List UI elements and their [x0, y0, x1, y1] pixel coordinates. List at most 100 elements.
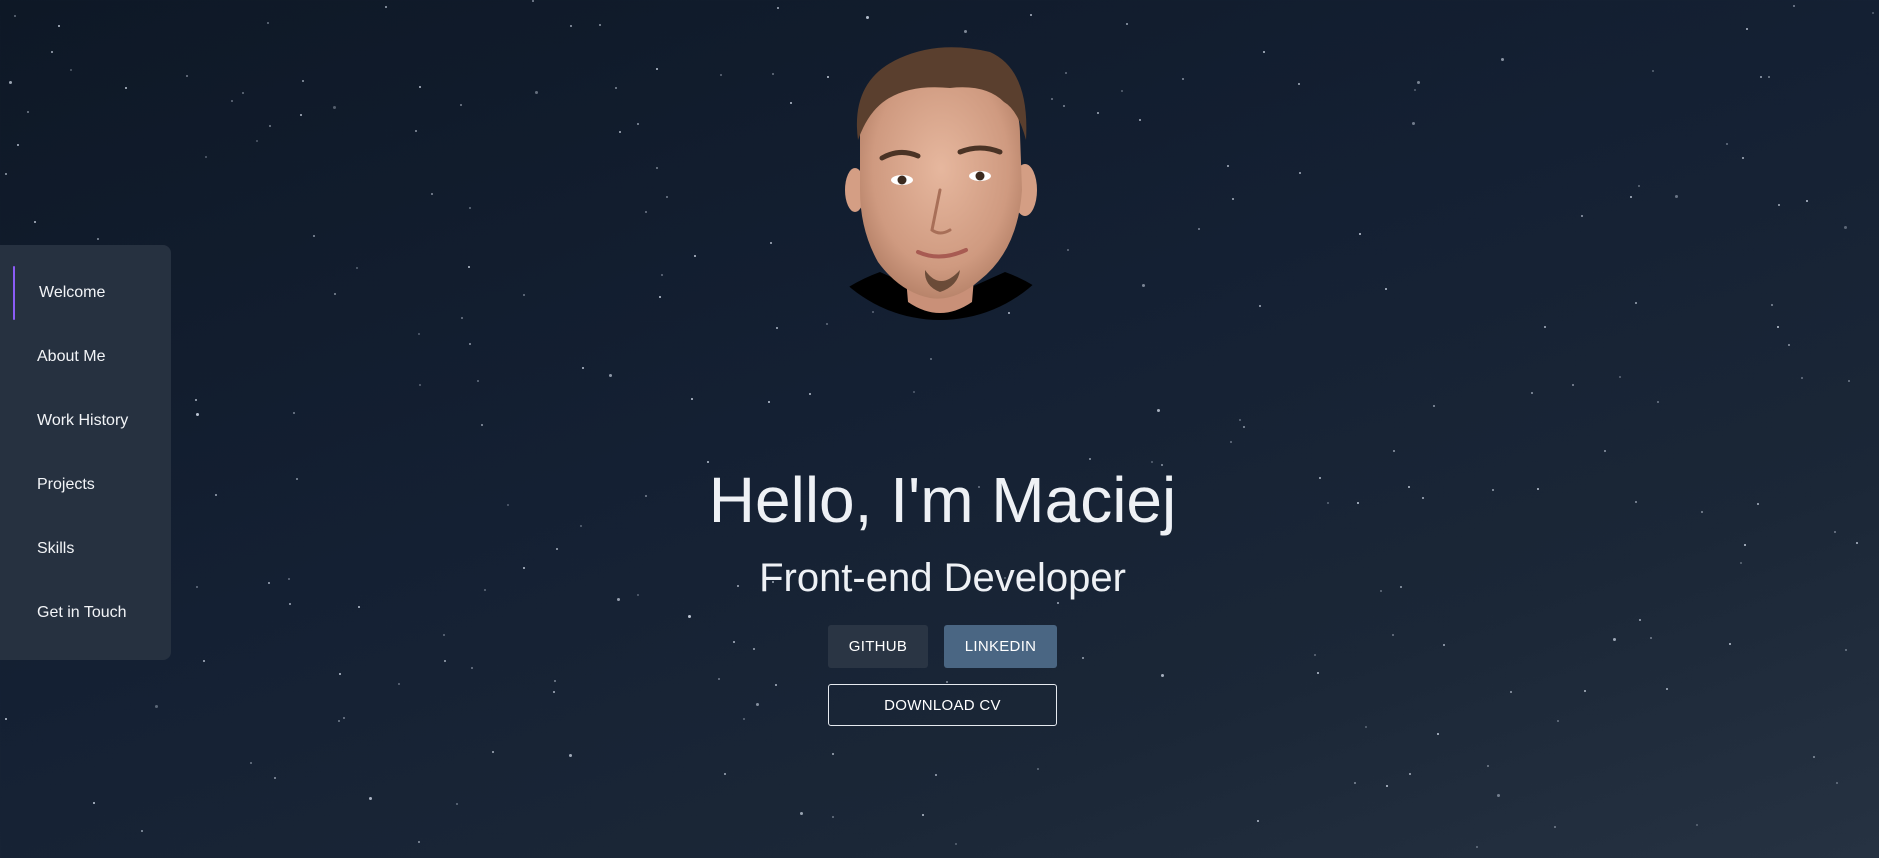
star	[1161, 674, 1164, 677]
star	[753, 648, 755, 650]
star	[656, 68, 658, 70]
star	[5, 718, 7, 720]
star	[523, 294, 525, 296]
star	[125, 87, 127, 89]
star	[14, 15, 16, 17]
star	[1476, 846, 1478, 848]
star	[964, 30, 967, 33]
star	[691, 398, 693, 400]
star	[1771, 304, 1773, 306]
star	[1433, 405, 1435, 407]
star	[1386, 785, 1388, 787]
star	[205, 156, 207, 158]
star	[756, 703, 759, 706]
star	[770, 242, 772, 244]
star	[724, 773, 726, 775]
star	[256, 140, 258, 142]
star	[776, 327, 778, 329]
star	[418, 333, 420, 335]
star	[1239, 419, 1241, 421]
star	[27, 111, 29, 113]
star	[1639, 619, 1641, 621]
star	[460, 104, 462, 106]
hero-headline: Hello, I'm Maciej	[708, 464, 1177, 536]
star	[1157, 409, 1160, 412]
star	[1619, 376, 1621, 378]
star	[743, 718, 745, 720]
star	[1257, 820, 1259, 822]
star	[1317, 672, 1319, 674]
star	[733, 641, 735, 643]
star	[1584, 690, 1586, 692]
star	[356, 267, 358, 269]
star	[1082, 657, 1084, 659]
star	[302, 80, 304, 82]
star	[385, 6, 387, 8]
star	[1844, 226, 1847, 229]
star	[1510, 691, 1512, 693]
star	[1696, 824, 1698, 826]
star	[666, 196, 668, 198]
star	[1392, 634, 1394, 636]
nav-item-label: Get in Touch	[37, 604, 127, 621]
star	[469, 343, 471, 345]
star	[1635, 302, 1637, 304]
star	[93, 802, 95, 804]
github-button[interactable]: GITHUB	[828, 625, 928, 668]
star	[369, 797, 372, 800]
star	[469, 207, 471, 209]
nav-item-work-history[interactable]: Work History	[0, 389, 171, 453]
star	[1848, 380, 1850, 382]
star	[468, 266, 470, 268]
star	[1544, 326, 1546, 328]
star	[1354, 782, 1356, 784]
star	[9, 81, 12, 84]
star	[443, 634, 445, 636]
star	[866, 16, 869, 19]
star	[720, 74, 722, 76]
star	[1299, 172, 1301, 174]
star	[718, 678, 720, 680]
star	[269, 125, 271, 127]
star	[70, 69, 72, 71]
star	[398, 683, 400, 685]
star	[1365, 726, 1367, 728]
star	[58, 25, 60, 27]
star	[1777, 326, 1779, 328]
star	[1359, 233, 1361, 235]
star	[1142, 284, 1145, 287]
nav-item-about-me[interactable]: About Me	[0, 325, 171, 389]
star	[1845, 649, 1847, 651]
star	[274, 777, 276, 779]
star	[1806, 200, 1808, 202]
star	[1126, 23, 1128, 25]
star	[1089, 458, 1091, 460]
star	[1232, 198, 1234, 200]
star	[922, 814, 924, 816]
star	[1613, 638, 1616, 641]
star	[688, 615, 691, 618]
star	[535, 91, 538, 94]
star	[97, 238, 99, 240]
star	[661, 274, 663, 276]
star	[141, 830, 143, 832]
linkedin-button[interactable]: LINKEDIN	[944, 625, 1057, 668]
star	[492, 751, 494, 753]
nav-item-welcome[interactable]: Welcome	[0, 261, 171, 325]
star	[195, 399, 197, 401]
star	[1788, 344, 1790, 346]
star	[955, 843, 957, 845]
star	[1385, 288, 1387, 290]
star	[1139, 119, 1141, 121]
star	[34, 221, 36, 223]
star	[1557, 720, 1559, 722]
star	[1856, 542, 1858, 544]
star	[935, 774, 937, 776]
star	[418, 841, 420, 843]
star	[51, 51, 53, 53]
star	[615, 87, 617, 89]
star	[659, 296, 661, 298]
star	[1030, 14, 1032, 16]
star	[1657, 401, 1659, 403]
download-cv-button[interactable]: DOWNLOAD CV	[828, 684, 1057, 726]
